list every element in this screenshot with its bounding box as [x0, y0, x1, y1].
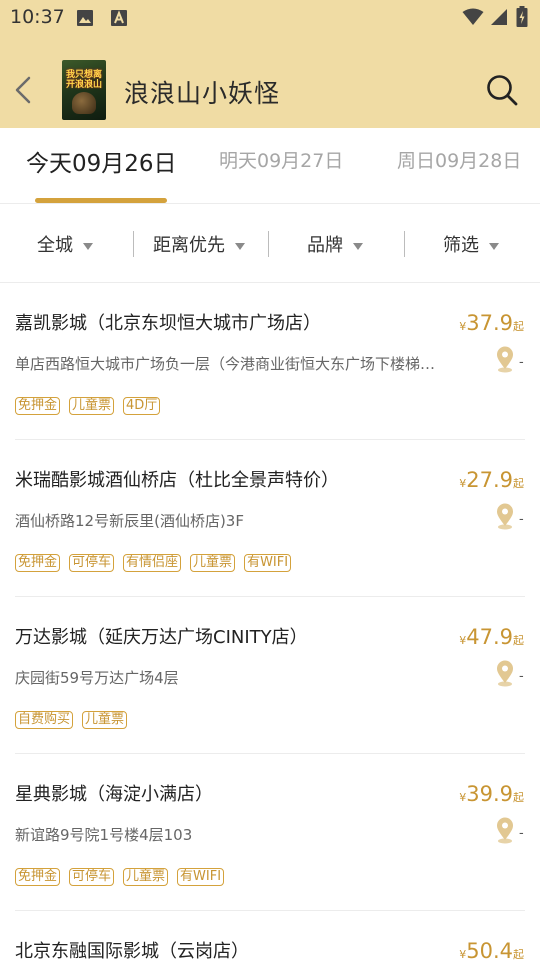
cinema-name: 万达影城（延庆万达广场CINITY店）	[15, 627, 308, 648]
cinema-distance: -	[519, 669, 524, 684]
cinema-name: 北京东融国际影城（云岗店）	[15, 941, 249, 962]
tag: 儿童票	[82, 711, 128, 729]
cinema-address: 庆园街59号万达广场4层	[15, 669, 179, 687]
cinema-list-item[interactable]: 星典影城（海淀小满店） ¥39.9起 新谊路9号院1号楼4层103 - 免押金 …	[0, 754, 540, 911]
signal-icon	[491, 9, 507, 25]
date-tabs: 今天09月26日 明天09月27日 周日09月28日	[0, 128, 540, 204]
active-tab-indicator	[35, 198, 167, 203]
movie-title: 浪浪山小妖怪	[124, 79, 281, 108]
dropdown-arrow-icon	[235, 242, 245, 250]
cinema-address: 酒仙桥路12号新辰里(酒仙桥店)3F	[15, 512, 244, 530]
gallery-icon	[77, 10, 93, 26]
cinema-distance: -	[519, 355, 524, 370]
filter-brand[interactable]: 品牌	[307, 231, 363, 257]
wifi-icon	[462, 8, 484, 25]
tab-today[interactable]: 今天09月26日	[26, 144, 177, 178]
tab-tomorrow[interactable]: 明天09月27日	[219, 146, 343, 173]
tag: 可停车	[69, 554, 115, 572]
nav-bar: 我只想离开浪浪山 浪浪山小妖怪	[0, 56, 540, 128]
cinema-list-item[interactable]: 万达影城（延庆万达广场CINITY店） ¥47.9起 庆园街59号万达广场4层 …	[0, 597, 540, 754]
cinema-list-item[interactable]: 北京东融国际影城（云岗店） ¥50.4起	[0, 911, 540, 963]
tag: 免押金	[15, 554, 61, 572]
tag: 儿童票	[123, 868, 169, 886]
app-notification-icon	[111, 10, 127, 26]
poster-title: 我只想离开浪浪山	[65, 70, 102, 90]
tag: 有WIFI	[244, 554, 292, 572]
tag: 儿童票	[69, 397, 115, 415]
cinema-address: 新谊路9号院1号楼4层103	[15, 826, 193, 844]
dropdown-arrow-icon	[83, 242, 93, 250]
tag: 有WIFI	[177, 868, 225, 886]
cinema-name: 星典影城（海淀小满店）	[15, 784, 213, 805]
tag: 免押金	[15, 868, 61, 886]
filter-brand-label: 品牌	[307, 235, 343, 256]
cinema-price: ¥50.4起	[459, 939, 524, 963]
status-bar: 10:37	[0, 0, 540, 36]
location-pin-icon[interactable]	[494, 345, 516, 373]
battery-icon	[516, 6, 528, 27]
cinema-distance: -	[519, 512, 524, 527]
dropdown-arrow-icon	[353, 242, 363, 250]
filter-more[interactable]: 筛选	[443, 231, 499, 257]
cinema-name: 米瑞酷影城酒仙桥店（杜比全景声特价）	[15, 470, 339, 491]
cinema-list-item[interactable]: 嘉凯影城（北京东坝恒大城市广场店） ¥37.9起 单店西路恒大城市广场负一层（今…	[0, 283, 540, 440]
filter-distance-label: 距离优先	[153, 235, 225, 256]
tag: 自费购买	[15, 711, 74, 729]
location-pin-icon[interactable]	[494, 502, 516, 530]
movie-poster: 我只想离开浪浪山	[62, 60, 106, 120]
filter-divider	[268, 231, 269, 257]
filter-divider	[133, 231, 134, 257]
back-arrow-icon[interactable]	[10, 74, 38, 106]
status-time: 10:37	[10, 6, 65, 28]
tag: 免押金	[15, 397, 61, 415]
filter-divider	[404, 231, 405, 257]
poster-figure	[72, 92, 96, 114]
cinema-tags: 自费购买 儿童票	[15, 711, 128, 729]
filter-city[interactable]: 全城	[37, 231, 93, 257]
cinema-distance: -	[519, 826, 524, 841]
search-icon[interactable]	[484, 72, 520, 108]
cinema-tags: 免押金 可停车 儿童票 有WIFI	[15, 868, 225, 886]
location-pin-icon[interactable]	[494, 659, 516, 687]
cinema-price: ¥27.9起	[459, 468, 524, 492]
cinema-price: ¥37.9起	[459, 311, 524, 335]
tag: 儿童票	[190, 554, 236, 572]
tab-sunday[interactable]: 周日09月28日	[397, 146, 521, 173]
filter-more-label: 筛选	[443, 235, 479, 256]
cinema-tags: 免押金 可停车 有情侣座 儿童票 有WIFI	[15, 554, 292, 572]
tag: 4D厅	[123, 397, 161, 415]
cinema-list-item[interactable]: 米瑞酷影城酒仙桥店（杜比全景声特价） ¥27.9起 酒仙桥路12号新辰里(酒仙桥…	[0, 440, 540, 597]
tag: 有情侣座	[123, 554, 182, 572]
filter-bar: 全城 距离优先 品牌 筛选	[0, 205, 540, 283]
filter-city-label: 全城	[37, 235, 73, 256]
dropdown-arrow-icon	[489, 242, 499, 250]
cinema-price: ¥47.9起	[459, 625, 524, 649]
cinema-name: 嘉凯影城（北京东坝恒大城市广场店）	[15, 313, 321, 334]
cinema-address: 单店西路恒大城市广场负一层（今港商业街恒大东广场下楼梯…	[15, 355, 436, 373]
cinema-tags: 免押金 儿童票 4D厅	[15, 397, 161, 415]
cinema-price: ¥39.9起	[459, 782, 524, 806]
app-header: 10:37 我只想离开浪浪山 浪浪山小妖怪	[0, 0, 540, 128]
location-pin-icon[interactable]	[494, 816, 516, 844]
filter-distance[interactable]: 距离优先	[153, 231, 245, 257]
tag: 可停车	[69, 868, 115, 886]
